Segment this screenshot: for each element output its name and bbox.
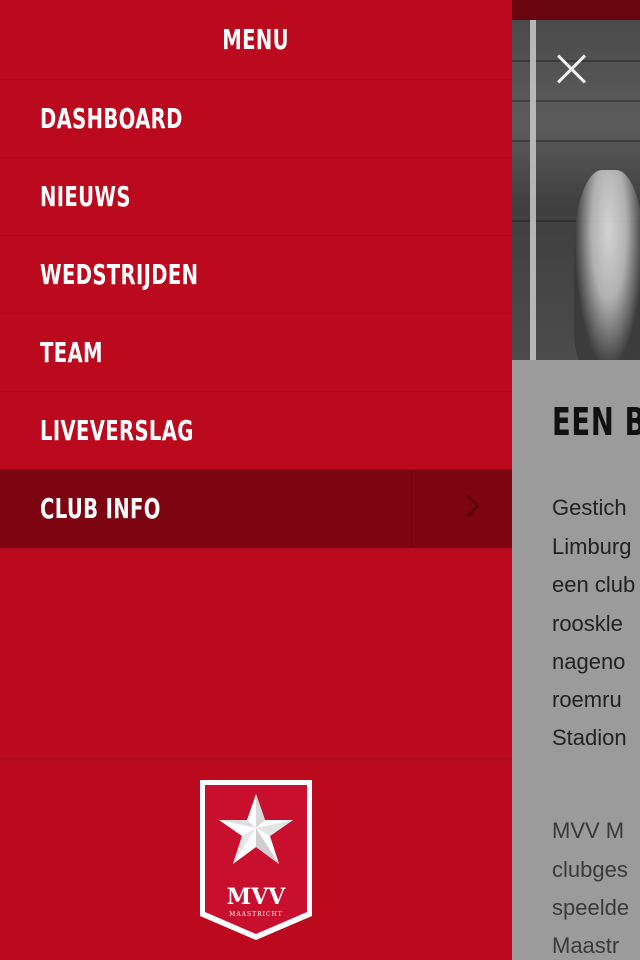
nav-item-club-info[interactable]: CLUB INFO: [0, 470, 512, 548]
menu-title: MENU: [0, 0, 512, 80]
nav-item-label: LIVEVERSLAG: [40, 414, 194, 447]
nav-item-label: CLUB INFO: [40, 492, 161, 525]
nav-item-label: TEAM: [40, 336, 103, 369]
nav-item-label: DASHBOARD: [40, 102, 183, 135]
nav-item-label: WEDSTRIJDEN: [40, 258, 199, 291]
nav-item-dashboard[interactable]: DASHBOARD: [0, 80, 512, 158]
navigation-drawer: MENU DASHBOARD NIEUWS WEDSTRIJDEN TEAM L…: [0, 0, 512, 960]
close-icon[interactable]: [552, 48, 592, 88]
article-line: Maastr: [552, 933, 620, 958]
background-page: EEN B Gestich Limburg een club rooskle n…: [512, 0, 640, 960]
article-line: een club: [552, 572, 636, 597]
logo-name: MVV: [227, 884, 286, 910]
nav-item-wedstrijden[interactable]: WEDSTRIJDEN: [0, 236, 512, 314]
nav-item-nieuws[interactable]: NIEUWS: [0, 158, 512, 236]
menu-title-label: MENU: [222, 23, 290, 56]
submenu-toggle[interactable]: [411, 470, 513, 548]
article-line: Gestich: [552, 495, 627, 520]
article-heading: EEN B: [552, 400, 640, 444]
nav-item-label: NIEUWS: [40, 180, 131, 213]
nav-item-liveverslag[interactable]: LIVEVERSLAG: [0, 392, 512, 470]
background-top-bar: [512, 0, 640, 20]
article-line: Limburg: [552, 534, 632, 559]
mvv-logo-icon[interactable]: MVV MAASTRICHT: [198, 778, 314, 942]
article-line: MVV M: [552, 818, 625, 843]
article-line: clubges: [552, 857, 628, 882]
article-line: speelde: [552, 895, 630, 920]
article-line: Stadion: [552, 725, 627, 750]
chevron-right-icon: [456, 494, 480, 518]
logo-subtitle: MAASTRICHT: [229, 911, 283, 918]
article-line: rooskle: [552, 611, 623, 636]
article-line: roemru: [552, 687, 622, 712]
nav-item-team[interactable]: TEAM: [0, 314, 512, 392]
drawer-divider: [0, 758, 512, 759]
article-line: nageno: [552, 649, 626, 674]
